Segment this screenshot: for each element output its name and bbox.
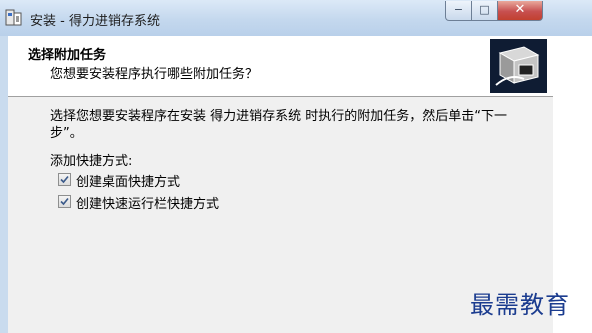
installer-icon [5,8,23,28]
window-title: 安装 - 得力进销存系统 [30,14,160,29]
page-subtitle: 您想要安装程序执行哪些附加任务？ [50,67,259,82]
page-title: 选择附加任务 [28,48,107,63]
checkbox-desktop-shortcut[interactable] [58,173,71,186]
task-label: 创建桌面快捷方式 [76,175,181,190]
title-bar[interactable]: 安装 - 得力进销存系统 − □ ✕ [0,0,592,36]
instruction-text: 选择您想要安装程序在安装 得力进销存系统 时执行的附加任务，然后单击“下一步”。 [50,109,508,141]
minimize-button[interactable]: − [445,1,472,21]
wizard-header: 选择附加任务 您想要安装程序执行哪些附加任务？ [8,36,553,97]
task-label: 创建快速运行栏快捷方式 [76,197,220,212]
watermark-text: 最需教育 [470,291,570,319]
close-button[interactable]: ✕ [498,1,543,21]
shortcut-group-label: 添加快捷方式: [50,154,133,169]
checkbox-quicklaunch-shortcut[interactable] [58,195,71,208]
installer-box-icon [490,39,547,93]
installer-window: 安装 - 得力进销存系统 − □ ✕ 选择附加任务 您想要安装程序执行哪些附加任… [0,0,592,333]
maximize-button[interactable]: □ [472,1,498,21]
